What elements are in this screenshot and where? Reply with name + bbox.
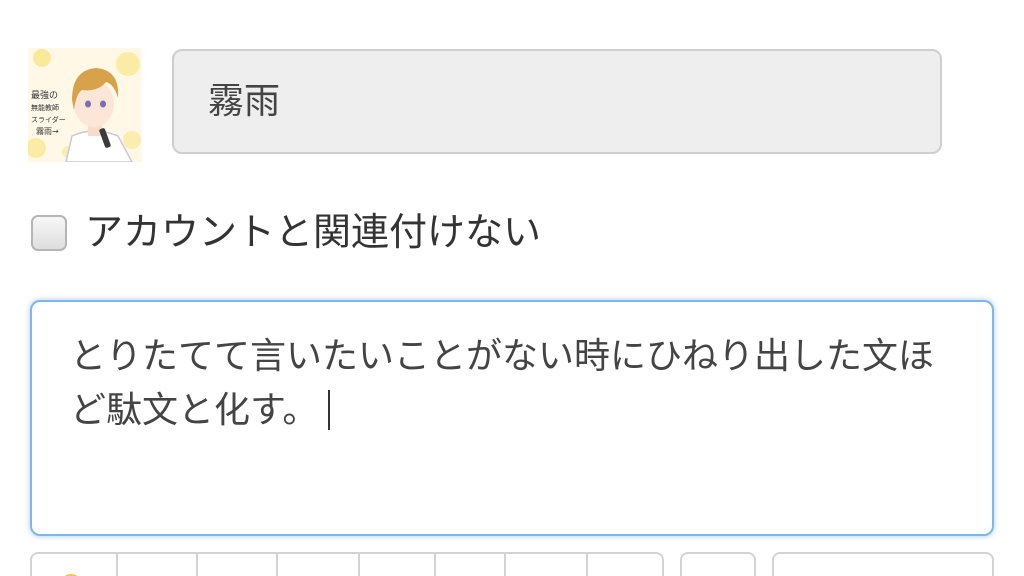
- text-caret: [328, 390, 331, 430]
- message-textarea[interactable]: とりたてて言いたいことがない時にひねり出した文ほど駄文と化す。: [30, 300, 994, 536]
- name-input[interactable]: 霧雨: [172, 49, 942, 154]
- avatar[interactable]: 最強の 無能教師 スライダー 霧雨→: [28, 48, 142, 162]
- anonymous-checkbox-label[interactable]: アカウントと関連付けない: [85, 201, 541, 256]
- toolbar-button[interactable]: [680, 552, 756, 576]
- avatar-caption-line: スライダー: [31, 115, 66, 124]
- formatting-toolbar: [30, 552, 994, 576]
- post-form: 最強の 無能教師 スライダー 霧雨→ 霧雨 アカウントと関連付けない とりたてて…: [0, 0, 1024, 576]
- toolbar-button[interactable]: [434, 552, 506, 576]
- emoji-button[interactable]: [30, 552, 118, 576]
- anonymous-option[interactable]: アカウントと関連付けない: [31, 200, 541, 256]
- anonymous-checkbox[interactable]: [31, 215, 67, 251]
- toolbar-button[interactable]: [116, 552, 198, 576]
- avatar-caption-line: 最強の: [31, 89, 58, 101]
- toolbar-button[interactable]: [586, 552, 664, 576]
- toolbar-button[interactable]: [504, 552, 588, 576]
- toolbar-button[interactable]: [196, 552, 278, 576]
- message-text: とりたてて言いたいことがない時にひねり出した文ほど駄文と化す。: [70, 336, 935, 431]
- avatar-caption-line: 霧雨→: [36, 127, 59, 136]
- toolbar-button[interactable]: [772, 552, 994, 576]
- avatar-illustration: 最強の 無能教師 スライダー 霧雨→: [28, 48, 142, 162]
- toolbar-button[interactable]: [358, 552, 436, 576]
- toolbar-button[interactable]: [276, 552, 360, 576]
- avatar-caption-line: 無能教師: [31, 103, 59, 112]
